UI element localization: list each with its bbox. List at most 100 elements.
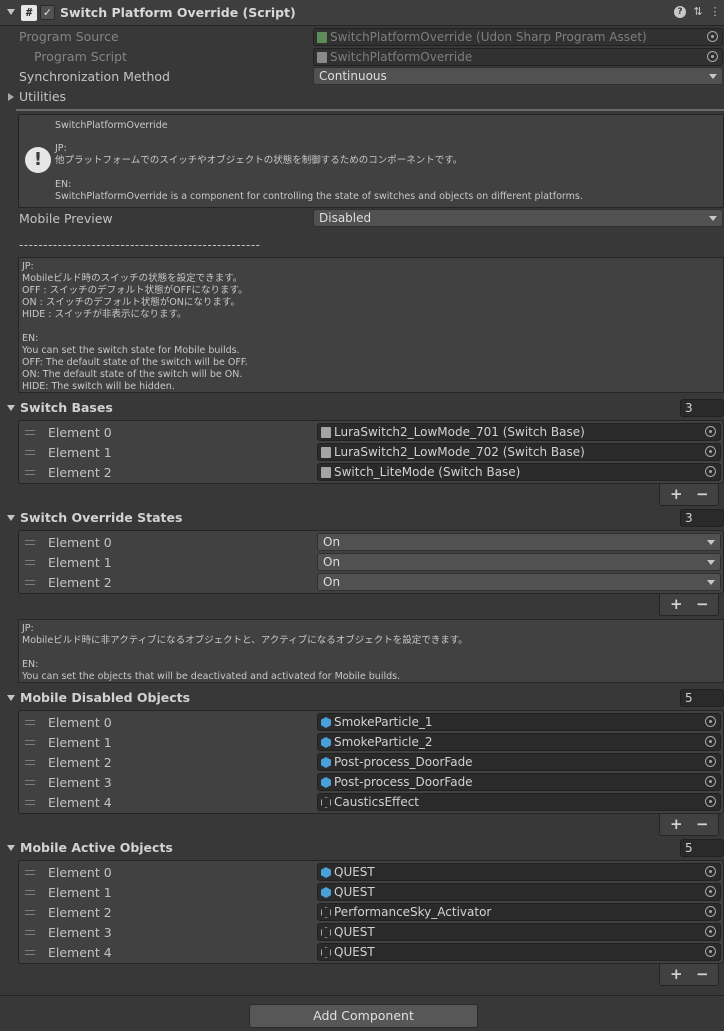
object-picker-icon[interactable] bbox=[705, 906, 716, 917]
switch-bases-foldout-icon[interactable] bbox=[7, 405, 15, 411]
gameobject-field[interactable]: QUEST bbox=[317, 863, 721, 881]
remove-element-button[interactable]: − bbox=[696, 485, 709, 503]
object-picker-icon[interactable] bbox=[705, 886, 716, 897]
object-picker-icon[interactable] bbox=[705, 866, 716, 877]
mobile-preview-value: Disabled bbox=[319, 211, 372, 225]
help-icon[interactable]: ? bbox=[674, 6, 686, 18]
object-picker-icon[interactable] bbox=[707, 51, 718, 62]
remove-element-button[interactable]: − bbox=[696, 965, 709, 983]
drag-handle-icon[interactable] bbox=[25, 540, 35, 545]
gameobject-icon bbox=[321, 927, 331, 938]
remove-element-button[interactable]: − bbox=[696, 815, 709, 833]
gameobject-value: QUEST bbox=[334, 945, 375, 959]
note-line: JP: bbox=[22, 623, 34, 634]
help-box: SwitchPlatformOverride ! JP: 他プラットフォームでの… bbox=[18, 114, 724, 208]
switch-base-value: LuraSwitch2_LowMode_702 (Switch Base) bbox=[334, 445, 585, 459]
object-picker-icon[interactable] bbox=[705, 736, 716, 747]
object-picker-icon[interactable] bbox=[705, 756, 716, 767]
drag-handle-icon[interactable] bbox=[25, 910, 35, 915]
add-component-button[interactable]: Add Component bbox=[249, 1004, 478, 1028]
object-picker-icon[interactable] bbox=[705, 466, 716, 477]
remove-element-button[interactable]: − bbox=[696, 595, 709, 613]
gameobject-icon bbox=[321, 797, 331, 808]
program-script-field[interactable]: SwitchPlatformOverride bbox=[313, 48, 723, 66]
drag-handle-icon[interactable] bbox=[25, 870, 35, 875]
context-menu-icon[interactable]: ⋮ bbox=[709, 6, 721, 18]
gameobject-field[interactable]: Post-process_DoorFade bbox=[317, 773, 721, 791]
program-source-field[interactable]: SwitchPlatformOverride (Udon Sharp Progr… bbox=[313, 28, 723, 46]
disabled-objects-foldout-icon[interactable] bbox=[7, 695, 15, 701]
inspector-bottom-divider bbox=[0, 995, 724, 996]
drag-handle-icon[interactable] bbox=[25, 930, 35, 935]
gameobject-field[interactable]: QUEST bbox=[317, 923, 721, 941]
drag-handle-icon[interactable] bbox=[25, 450, 35, 455]
add-element-button[interactable]: + bbox=[670, 815, 683, 833]
drag-handle-icon[interactable] bbox=[25, 740, 35, 745]
drag-handle-icon[interactable] bbox=[25, 720, 35, 725]
add-element-button[interactable]: + bbox=[670, 485, 683, 503]
override-state-dropdown[interactable]: On bbox=[317, 573, 721, 591]
component-enabled-checkbox[interactable]: ✓ bbox=[40, 5, 55, 20]
gameobject-field[interactable]: QUEST bbox=[317, 883, 721, 901]
gameobject-value: Post-process_DoorFade bbox=[334, 775, 473, 789]
object-picker-icon[interactable] bbox=[705, 716, 716, 727]
override-state-dropdown[interactable]: On bbox=[317, 533, 721, 551]
object-picker-icon[interactable] bbox=[705, 946, 716, 957]
object-picker-icon[interactable] bbox=[705, 926, 716, 937]
object-picker-icon[interactable] bbox=[705, 776, 716, 787]
help-box-en-text: SwitchPlatformOverride is a component fo… bbox=[55, 191, 583, 202]
info-exclamation-icon: ! bbox=[25, 147, 51, 173]
override-states-size-field[interactable]: 3 bbox=[680, 509, 724, 527]
drag-handle-icon[interactable] bbox=[25, 430, 35, 435]
element-label: Element 1 bbox=[48, 735, 112, 750]
drag-handle-icon[interactable] bbox=[25, 800, 35, 805]
disabled-objects-title[interactable]: Mobile Disabled Objects bbox=[20, 690, 190, 705]
gameobject-field[interactable]: PerformanceSky_Activator bbox=[317, 903, 721, 921]
switch-bases-size-field[interactable]: 3 bbox=[680, 399, 724, 417]
mobile-preview-dropdown[interactable]: Disabled bbox=[313, 209, 723, 227]
object-picker-icon[interactable] bbox=[705, 426, 716, 437]
object-picker-icon[interactable] bbox=[707, 31, 718, 42]
override-states-title[interactable]: Switch Override States bbox=[20, 510, 182, 525]
element-label: Element 1 bbox=[48, 445, 112, 460]
object-picker-icon[interactable] bbox=[705, 446, 716, 457]
drag-handle-icon[interactable] bbox=[25, 890, 35, 895]
switch-base-field[interactable]: LuraSwitch2_LowMode_702 (Switch Base) bbox=[317, 443, 721, 461]
active-objects-size-field[interactable]: 5 bbox=[680, 839, 724, 857]
object-picker-icon[interactable] bbox=[705, 796, 716, 807]
sync-method-dropdown[interactable]: Continuous bbox=[313, 67, 723, 85]
override-states-foldout-icon[interactable] bbox=[7, 515, 15, 521]
add-element-button[interactable]: + bbox=[670, 595, 683, 613]
utilities-label[interactable]: Utilities bbox=[19, 89, 66, 104]
chevron-down-icon bbox=[709, 216, 717, 221]
drag-handle-icon[interactable] bbox=[25, 560, 35, 565]
gameobject-field[interactable]: Post-process_DoorFade bbox=[317, 753, 721, 771]
list-footer: + − bbox=[659, 594, 719, 616]
disabled-objects-size-field[interactable]: 5 bbox=[680, 689, 724, 707]
active-objects-foldout-icon[interactable] bbox=[7, 845, 15, 851]
gameobject-field[interactable]: SmokeParticle_2 bbox=[317, 733, 721, 751]
drag-handle-icon[interactable] bbox=[25, 780, 35, 785]
switch-base-field[interactable]: LuraSwitch2_LowMode_701 (Switch Base) bbox=[317, 423, 721, 441]
element-label: Element 2 bbox=[48, 905, 112, 920]
gameobject-field[interactable]: SmokeParticle_1 bbox=[317, 713, 721, 731]
override-state-dropdown[interactable]: On bbox=[317, 553, 721, 571]
drag-handle-icon[interactable] bbox=[25, 950, 35, 955]
add-element-button[interactable]: + bbox=[670, 965, 683, 983]
presets-icon[interactable]: ⇅ bbox=[692, 6, 704, 18]
switch-base-value: LuraSwitch2_LowMode_701 (Switch Base) bbox=[334, 425, 585, 439]
gameobject-field[interactable]: QUEST bbox=[317, 943, 721, 961]
switch-bases-title[interactable]: Switch Bases bbox=[20, 400, 113, 415]
program-script-label: Program Script bbox=[34, 49, 127, 64]
drag-handle-icon[interactable] bbox=[25, 580, 35, 585]
foldout-arrow-icon[interactable] bbox=[7, 9, 15, 15]
drag-handle-icon[interactable] bbox=[25, 470, 35, 475]
utilities-foldout-icon[interactable] bbox=[8, 93, 14, 101]
sync-method-value: Continuous bbox=[319, 69, 387, 83]
active-objects-title[interactable]: Mobile Active Objects bbox=[20, 840, 173, 855]
gameobject-value: QUEST bbox=[334, 865, 375, 879]
gameobject-field[interactable]: CausticsEffect bbox=[317, 793, 721, 811]
switch-base-field[interactable]: Switch_LiteMode (Switch Base) bbox=[317, 463, 721, 481]
element-label: Element 0 bbox=[48, 535, 112, 550]
drag-handle-icon[interactable] bbox=[25, 760, 35, 765]
